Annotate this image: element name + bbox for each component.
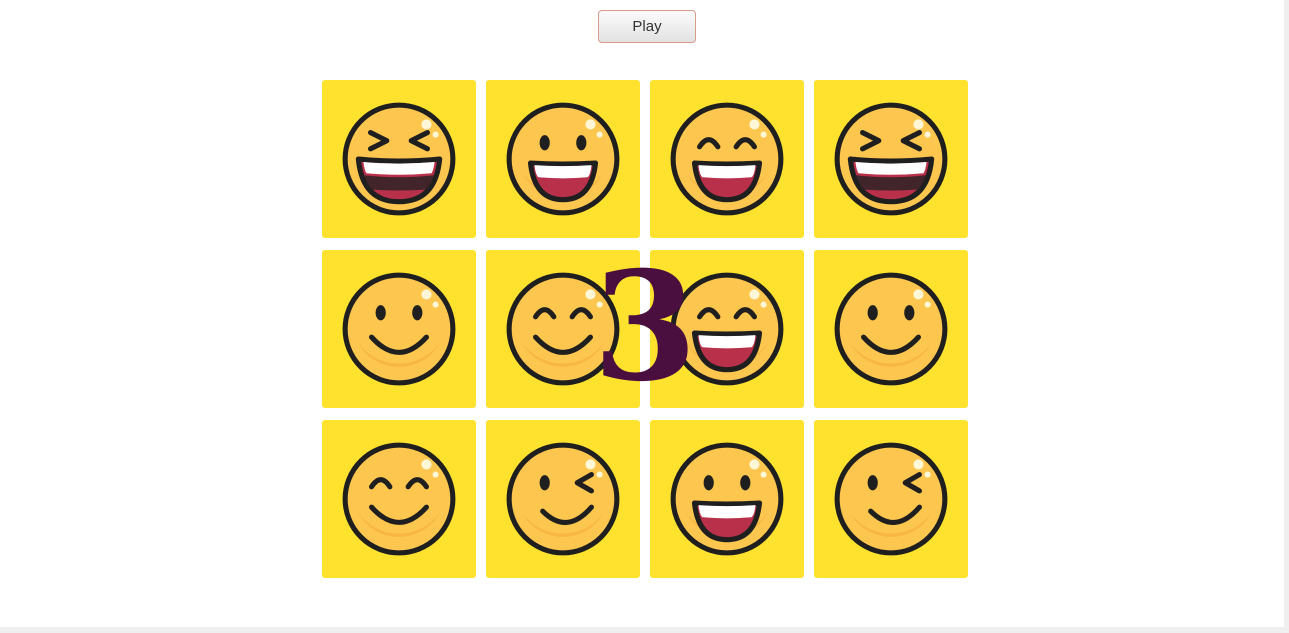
- memory-card[interactable]: [486, 420, 640, 578]
- laughing-squint-face-icon: [834, 102, 948, 216]
- memory-card[interactable]: [322, 80, 476, 238]
- memory-card[interactable]: [814, 420, 968, 578]
- game-page: Play 3: [0, 0, 1284, 627]
- smiling-open-face-icon: [670, 102, 784, 216]
- countdown-number: 3: [592, 239, 698, 415]
- smiling-face-icon: [342, 272, 456, 386]
- laughing-squint-face-icon: [342, 102, 456, 216]
- winking-face-icon: [834, 442, 948, 556]
- grinning-face-icon: [670, 442, 784, 556]
- memory-card[interactable]: [486, 80, 640, 238]
- play-button[interactable]: Play: [598, 10, 696, 43]
- memory-card[interactable]: [322, 420, 476, 578]
- memory-card[interactable]: [814, 80, 968, 238]
- memory-card[interactable]: [322, 250, 476, 408]
- happy-closed-eyes-face-icon: [342, 442, 456, 556]
- memory-card[interactable]: [650, 420, 804, 578]
- grinning-face-icon: [506, 102, 620, 216]
- winking-face-icon: [506, 442, 620, 556]
- memory-card[interactable]: [650, 80, 804, 238]
- memory-card[interactable]: [814, 250, 968, 408]
- smiling-face-icon: [834, 272, 948, 386]
